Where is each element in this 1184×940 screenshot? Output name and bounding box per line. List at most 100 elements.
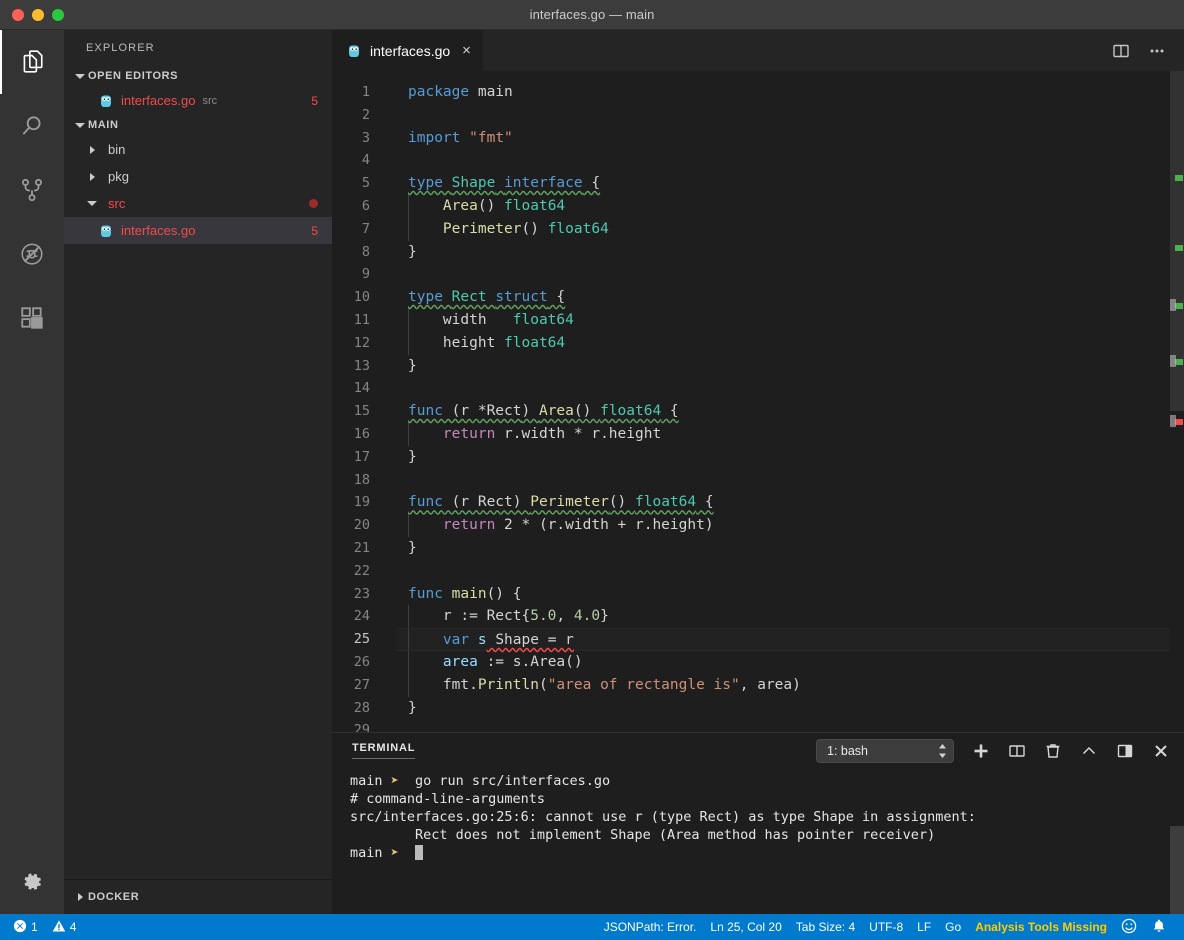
status-problems[interactable]: 1 4 bbox=[6, 914, 83, 940]
status-notifications[interactable] bbox=[1144, 914, 1174, 940]
code-line[interactable]: fmt.Println("area of rectangle is", area… bbox=[396, 674, 1184, 697]
activity-manage-settings[interactable] bbox=[0, 850, 64, 914]
code-line[interactable]: var s Shape = r bbox=[396, 628, 1184, 651]
code-line[interactable]: func main() { bbox=[396, 583, 1184, 606]
panel-layout-button[interactable] bbox=[1116, 742, 1134, 760]
code-editor[interactable]: 1234567891011121314151617181920212223242… bbox=[332, 71, 1184, 732]
ruler-mark-warning bbox=[1175, 245, 1183, 251]
sidebar-title: EXPLORER bbox=[64, 30, 332, 65]
code-line[interactable]: package main bbox=[396, 81, 1184, 104]
sidebar-empty-area bbox=[64, 244, 332, 879]
code-token: { bbox=[696, 494, 713, 510]
code-line[interactable] bbox=[396, 104, 1184, 127]
code-line[interactable]: } bbox=[396, 355, 1184, 378]
maximize-panel-button[interactable] bbox=[1080, 742, 1098, 760]
terminal-output[interactable]: main ➤ go run src/interfaces.go# command… bbox=[332, 768, 1184, 914]
tree-item-interfaces-go[interactable]: interfaces.go 5 bbox=[64, 217, 332, 244]
ruler-mark-warning bbox=[1175, 359, 1183, 365]
code-line[interactable] bbox=[396, 469, 1184, 492]
code-line[interactable] bbox=[396, 377, 1184, 400]
terminal-selector-value: 1: bash bbox=[827, 744, 868, 758]
terminal-line: Rect does not implement Shape (Area meth… bbox=[350, 826, 1184, 844]
status-language-mode[interactable]: Go bbox=[938, 914, 968, 940]
code-token bbox=[469, 632, 478, 648]
code-line[interactable]: func (r Rect) Perimeter() float64 { bbox=[396, 491, 1184, 514]
split-terminal-button[interactable] bbox=[1008, 742, 1026, 760]
status-analysis-tools[interactable]: Analysis Tools Missing bbox=[968, 914, 1114, 940]
code-content[interactable]: package main import "fmt" type Shape inter… bbox=[396, 71, 1184, 732]
minimize-window-button[interactable] bbox=[32, 9, 44, 21]
code-line[interactable]: return 2 * (r.width + r.height) bbox=[396, 514, 1184, 537]
code-token: "area of rectangle is" bbox=[548, 677, 740, 693]
tab-interfaces-go[interactable]: interfaces.go × bbox=[332, 30, 484, 71]
code-line[interactable] bbox=[396, 560, 1184, 583]
close-panel-button[interactable] bbox=[1152, 742, 1170, 760]
code-line[interactable]: width float64 bbox=[396, 309, 1184, 332]
code-token: float64 bbox=[504, 335, 565, 351]
sidebar: EXPLORER OPEN EDITORS interface bbox=[64, 30, 332, 914]
tree-item-bin-label: bin bbox=[108, 142, 125, 157]
status-cursor-position[interactable]: Ln 25, Col 20 bbox=[703, 914, 788, 940]
code-line[interactable]: } bbox=[396, 446, 1184, 469]
code-line[interactable] bbox=[396, 719, 1184, 732]
tab-terminal[interactable]: TERMINAL bbox=[352, 742, 415, 759]
status-jsonpath[interactable]: JSONPath: Error. bbox=[597, 914, 704, 940]
section-open-editors[interactable]: OPEN EDITORS bbox=[64, 65, 332, 87]
code-token: { bbox=[548, 289, 565, 305]
chevron-down-icon bbox=[72, 74, 88, 79]
ellipsis-icon[interactable] bbox=[1148, 42, 1166, 60]
bell-icon bbox=[1151, 918, 1167, 937]
terminal-scrollbar[interactable] bbox=[1170, 826, 1184, 914]
zoom-window-button[interactable] bbox=[52, 9, 64, 21]
code-line[interactable]: } bbox=[396, 697, 1184, 720]
code-token: float64 bbox=[513, 312, 574, 328]
code-token: func bbox=[408, 403, 443, 419]
code-line[interactable]: } bbox=[396, 537, 1184, 560]
terminal-selector[interactable]: 1: bash bbox=[816, 739, 954, 763]
ruler-mark-cursor bbox=[1170, 415, 1176, 427]
tree-item-src[interactable]: src bbox=[64, 190, 332, 217]
code-token: Shape bbox=[452, 175, 496, 191]
new-terminal-button[interactable] bbox=[972, 742, 990, 760]
code-line[interactable]: return r.width * r.height bbox=[396, 423, 1184, 446]
activity-explorer[interactable] bbox=[0, 30, 64, 94]
code-token: type bbox=[408, 175, 443, 191]
code-token: interface bbox=[504, 175, 583, 191]
status-encoding[interactable]: UTF-8 bbox=[862, 914, 910, 940]
code-line[interactable]: Area() float64 bbox=[396, 195, 1184, 218]
code-token: Rect bbox=[452, 289, 487, 305]
code-line[interactable]: area := s.Area() bbox=[396, 651, 1184, 674]
code-token: Area bbox=[530, 654, 565, 670]
sidebar-section-docker[interactable]: DOCKER bbox=[64, 879, 332, 914]
line-number: 25 bbox=[332, 628, 396, 651]
ruler-mark-warning bbox=[1175, 175, 1183, 181]
activity-search[interactable] bbox=[0, 94, 64, 158]
section-project-main[interactable]: MAIN bbox=[64, 114, 332, 136]
code-line[interactable]: func (r *Rect) Area() float64 { bbox=[396, 400, 1184, 423]
open-editor-item[interactable]: interfaces.go src 5 bbox=[64, 87, 332, 114]
code-line[interactable] bbox=[396, 263, 1184, 286]
code-line[interactable]: type Rect struct { bbox=[396, 286, 1184, 309]
tree-item-pkg[interactable]: pkg bbox=[64, 163, 332, 190]
code-line[interactable] bbox=[396, 149, 1184, 172]
activity-extensions[interactable] bbox=[0, 286, 64, 350]
code-line[interactable]: height float64 bbox=[396, 332, 1184, 355]
close-icon[interactable]: × bbox=[462, 43, 471, 58]
code-line[interactable]: type Shape interface { bbox=[396, 172, 1184, 195]
status-feedback[interactable] bbox=[1114, 914, 1144, 940]
code-line[interactable]: } bbox=[396, 241, 1184, 264]
overview-ruler[interactable] bbox=[1170, 71, 1184, 732]
kill-terminal-button[interactable] bbox=[1044, 742, 1062, 760]
code-token: Shape = r bbox=[487, 632, 574, 648]
code-line[interactable]: import "fmt" bbox=[396, 127, 1184, 150]
tree-item-bin[interactable]: bin bbox=[64, 136, 332, 163]
code-line[interactable]: r := Rect{5.0, 4.0} bbox=[396, 605, 1184, 628]
code-line[interactable]: Perimeter() float64 bbox=[396, 218, 1184, 241]
activity-source-control[interactable] bbox=[0, 158, 64, 222]
status-eol[interactable]: LF bbox=[910, 914, 938, 940]
split-editor-icon[interactable] bbox=[1112, 42, 1130, 60]
terminal-prompt-prefix: main bbox=[350, 845, 391, 861]
status-tab-size[interactable]: Tab Size: 4 bbox=[789, 914, 862, 940]
activity-run-debug[interactable] bbox=[0, 222, 64, 286]
close-window-button[interactable] bbox=[12, 9, 24, 21]
